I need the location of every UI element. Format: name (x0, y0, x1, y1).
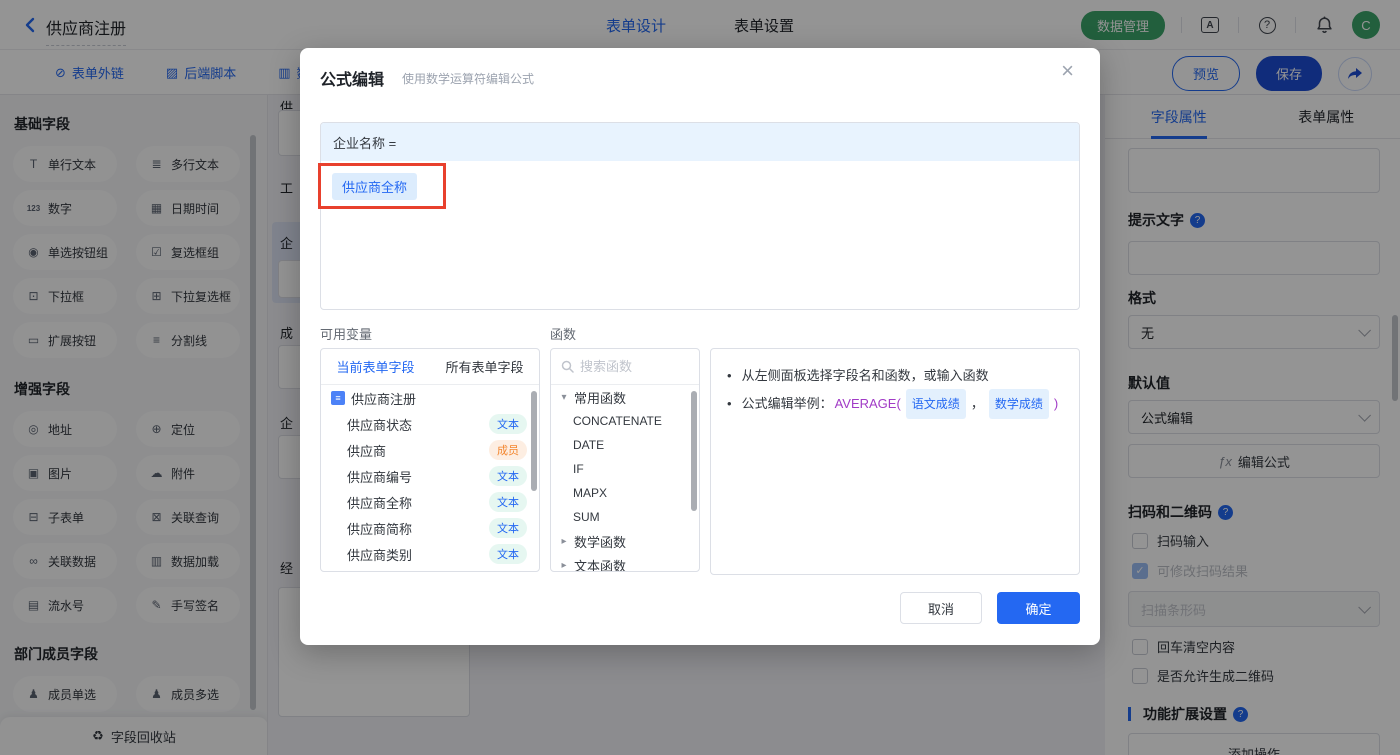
variables-tabs: 当前表单字段 所有表单字段 (321, 349, 539, 385)
function-item[interactable]: MAPX (551, 481, 699, 505)
type-badge: 文本 (489, 466, 527, 486)
functions-scrollbar[interactable] (691, 391, 697, 511)
formula-editor-modal: 公式编辑 使用数学运算符编辑公式 × 企业名称 = 供应商全称 可用变量 函数 … (300, 48, 1100, 645)
tip-line-1: • 从左侧面板选择字段名和函数，或输入函数 (727, 368, 989, 383)
variable-item[interactable]: 供应商 成员 (321, 437, 539, 463)
type-badge: 文本 (489, 544, 527, 564)
modal-title: 公式编辑 (320, 72, 385, 89)
type-badge: 文本 (489, 492, 527, 512)
function-search[interactable] (551, 349, 699, 385)
chevron-down-icon: ▾ (561, 391, 567, 403)
variable-item[interactable]: 供应商全称 文本 (321, 489, 539, 515)
tip-line-2: • 公式编辑举例： AVERAGE( 语文成绩 ， 数学成绩 ) (727, 389, 1063, 419)
cancel-button[interactable]: 取消 (900, 592, 982, 624)
variable-item[interactable]: 供应商类别 文本 (321, 541, 539, 567)
variables-tree-root[interactable]: ≡ 供应商注册 (321, 385, 539, 411)
formula-field-chip[interactable]: 供应商全称 (332, 173, 418, 200)
example-function-open: AVERAGE( (834, 396, 901, 411)
tab-all-form-fields[interactable]: 所有表单字段 (430, 357, 539, 376)
function-item[interactable]: SUM (551, 505, 699, 529)
function-group-text[interactable]: ▸ 文本函数 (551, 553, 699, 572)
type-badge: 成员 (489, 440, 527, 460)
formula-target: 企业名称 = (321, 123, 1079, 161)
modal-subtitle: 使用数学运算符编辑公式 (402, 72, 535, 86)
variable-item[interactable]: 供应商状态 文本 (321, 411, 539, 437)
example-field-chip: 数学成绩 (988, 389, 1049, 419)
variables-label: 可用变量 (320, 327, 373, 342)
example-function-close: ) (1053, 396, 1059, 411)
app-window: 供应商注册 表单设计 表单设置 数据管理 A ? C ⊘ 表单外链 ▨ 后端脚本… (0, 0, 1400, 755)
search-icon (561, 360, 574, 373)
type-badge: 文本 (489, 414, 527, 434)
close-icon[interactable]: × (1061, 60, 1074, 82)
function-search-input[interactable] (580, 359, 680, 374)
variables-scrollbar[interactable] (531, 391, 537, 491)
type-badge: 文本 (489, 518, 527, 538)
chevron-right-icon: ▸ (561, 559, 567, 571)
functions-label: 函数 (550, 327, 577, 342)
variables-panel: 当前表单字段 所有表单字段 ≡ 供应商注册 供应商状态 文本 供应商 成员 供应… (320, 348, 540, 572)
confirm-button[interactable]: 确定 (997, 592, 1080, 624)
variable-item[interactable]: 供应商编号 文本 (321, 463, 539, 489)
function-group-math[interactable]: ▸ 数学函数 (551, 529, 699, 553)
formula-editor-area[interactable]: 企业名称 = 供应商全称 (320, 122, 1080, 310)
function-item[interactable]: CONCATENATE (551, 409, 699, 433)
function-group-common[interactable]: ▾ 常用函数 (551, 385, 699, 409)
tab-current-form-fields[interactable]: 当前表单字段 (321, 357, 430, 376)
functions-panel: ▾ 常用函数 CONCATENATE DATE IF MAPX SUM ▸ 数学… (550, 348, 700, 572)
tips-panel: • 从左侧面板选择字段名和函数，或输入函数 • 公式编辑举例： AVERAGE(… (710, 348, 1080, 575)
chevron-right-icon: ▸ (561, 535, 567, 547)
form-doc-icon: ≡ (331, 391, 345, 405)
function-item[interactable]: IF (551, 457, 699, 481)
variable-item[interactable]: 供应商简称 文本 (321, 515, 539, 541)
function-item[interactable]: DATE (551, 433, 699, 457)
example-field-chip: 语文成绩 (905, 389, 966, 419)
